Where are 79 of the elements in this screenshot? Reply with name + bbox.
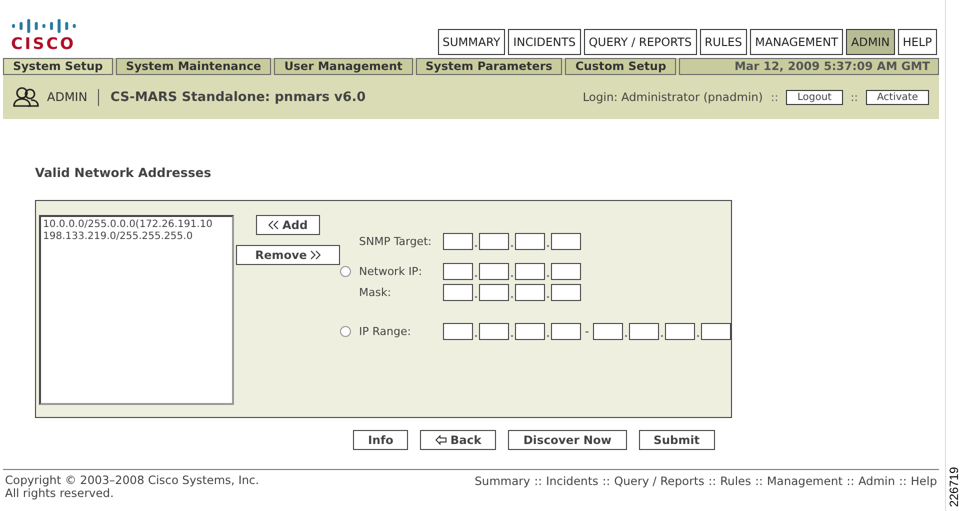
nav-tab[interactable]: SUMMARY [438, 29, 506, 55]
octet-field[interactable] [479, 323, 510, 340]
logo-bars-icon [11, 18, 77, 34]
nav-tab[interactable]: MANAGEMENT [750, 29, 844, 55]
sub-tab[interactable]: System Setup [3, 58, 113, 75]
copyright-text: All rights reserved. [5, 487, 115, 500]
action-button[interactable]: Discover Now [508, 430, 627, 450]
footer-link[interactable]: Query / Reports [614, 474, 704, 488]
range-separator: - [585, 325, 589, 338]
octet-field[interactable] [629, 323, 659, 340]
octet-field[interactable] [515, 263, 546, 280]
nav-tab[interactable]: ADMIN [846, 29, 895, 55]
separator-text: :: [899, 474, 907, 488]
octet-field[interactable] [443, 284, 474, 301]
field-label: Network IP: [359, 265, 424, 278]
figure-number: 226719 [946, 466, 960, 507]
separator-text: :: [602, 474, 610, 488]
octet-field[interactable] [479, 263, 510, 280]
footer-link[interactable]: Management [766, 474, 843, 488]
octet-field[interactable] [515, 323, 546, 340]
section-label: ADMIN [47, 90, 88, 104]
field-label: IP Range: [359, 325, 412, 338]
logout-button[interactable]: Logout [786, 90, 843, 104]
sub-tab[interactable]: User Management [274, 58, 413, 75]
field-label: SNMP Target: [359, 235, 433, 248]
octet-field[interactable] [443, 263, 474, 280]
field-label: Mask: [359, 286, 392, 299]
octet-field[interactable] [551, 323, 582, 340]
octet-field[interactable] [479, 284, 510, 301]
add-button[interactable]: Add [256, 215, 320, 235]
separator-text: :: [755, 474, 763, 488]
nav-tab[interactable]: RULES [700, 29, 748, 55]
octet-field[interactable] [593, 323, 623, 340]
remove-button[interactable]: Remove [236, 245, 340, 265]
product-title: CS-MARS Standalone: pnmars v6.0 [110, 90, 366, 104]
activate-button[interactable]: Activate [866, 90, 929, 104]
octet-field[interactable] [551, 284, 582, 301]
address-list[interactable]: 10.0.0.0/255.0.0.0(172.26.191.10 198.133.219.0/255.255.255.0 [39, 215, 234, 405]
separator-text: :: [534, 474, 542, 488]
login-info: Login: Administrator (pnadmin) [582, 90, 763, 104]
date-time: Mar 12, 2009 5:37:09 AM GMT [679, 58, 939, 75]
action-button[interactable]: Back [420, 430, 496, 450]
users-icon [13, 86, 39, 108]
action-button[interactable]: Info [353, 430, 408, 450]
copyright-text: Copyright © 2003–2008 Cisco Systems, Inc. [5, 474, 260, 487]
footer-link[interactable]: Summary [474, 474, 530, 488]
nav-tab[interactable]: HELP [898, 29, 937, 55]
action-button[interactable]: Submit [638, 430, 715, 450]
octet-field[interactable] [551, 263, 582, 280]
footer-link[interactable]: Rules [720, 474, 752, 488]
sub-tab[interactable]: System Parameters [416, 58, 562, 75]
footer-link[interactable]: Admin [858, 474, 896, 488]
separator-text: :: [708, 474, 716, 488]
double-right-arrow-icon [310, 250, 321, 260]
octet-field[interactable] [665, 323, 695, 340]
octet-field[interactable] [479, 233, 510, 250]
footer-link[interactable]: Incidents [546, 474, 598, 488]
separator-text: :: [770, 90, 778, 104]
octet-field[interactable] [443, 233, 474, 250]
octet-field[interactable] [515, 233, 546, 250]
nav-tab[interactable]: QUERY / REPORTS [584, 29, 697, 55]
back-arrow-icon [435, 435, 448, 445]
separator-text: :: [846, 474, 854, 488]
sub-tab[interactable]: Custom Setup [565, 58, 676, 75]
radio-button[interactable] [340, 326, 352, 337]
octet-field[interactable] [701, 323, 731, 340]
page-title: Valid Network Addresses [35, 165, 212, 180]
separator-text: :: [850, 90, 858, 104]
nav-tab[interactable]: INCIDENTS [508, 29, 581, 55]
list-item[interactable]: 198.133.219.0/255.255.255.0 [43, 231, 230, 243]
octet-field[interactable] [515, 284, 546, 301]
sub-tab[interactable]: System Maintenance [116, 58, 272, 75]
footer-link[interactable]: Help [910, 474, 937, 488]
radio-button[interactable] [340, 266, 352, 277]
logo-text: CISCO [11, 36, 77, 52]
list-item[interactable]: 10.0.0.0/255.0.0.0(172.26.191.10 [43, 219, 230, 231]
octet-field[interactable] [551, 233, 582, 250]
double-left-arrow-icon [268, 220, 280, 230]
octet-field[interactable] [443, 323, 474, 340]
